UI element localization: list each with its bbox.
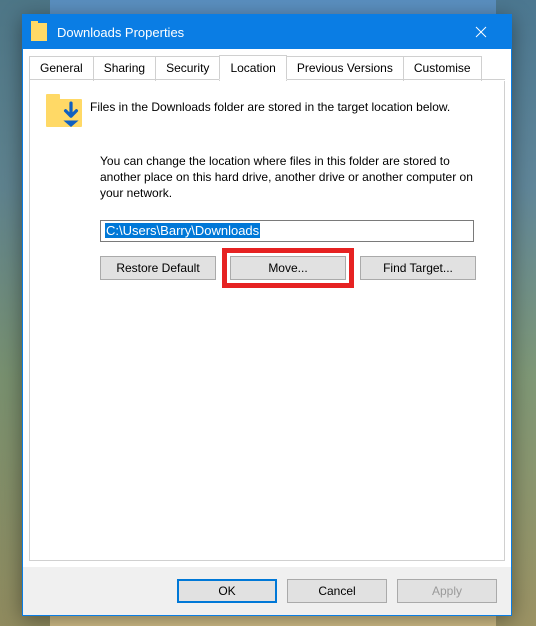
tabstrip: General Sharing Security Location Previo… (23, 49, 511, 81)
properties-dialog: Downloads Properties General Sharing Sec… (22, 14, 512, 616)
tab-previous-versions[interactable]: Previous Versions (286, 56, 404, 81)
intro-text: Files in the Downloads folder are stored… (90, 99, 450, 115)
tab-security[interactable]: Security (155, 56, 220, 81)
description-text: You can change the location where files … (100, 153, 488, 202)
move-button[interactable]: Move... (230, 256, 346, 280)
titlebar[interactable]: Downloads Properties (23, 15, 511, 49)
path-input[interactable]: C:\Users\Barry\Downloads (100, 220, 474, 242)
tab-sharing[interactable]: Sharing (93, 56, 156, 81)
path-value: C:\Users\Barry\Downloads (105, 223, 260, 238)
location-buttons-row: Restore Default Move... Find Target... (100, 256, 488, 280)
close-button[interactable] (459, 17, 503, 47)
restore-default-button[interactable]: Restore Default (100, 256, 216, 280)
cancel-button[interactable]: Cancel (287, 579, 387, 603)
tab-customise[interactable]: Customise (403, 56, 482, 81)
location-panel: Files in the Downloads folder are stored… (29, 81, 505, 561)
tab-location[interactable]: Location (219, 55, 286, 80)
dialog-button-bar: OK Cancel Apply (23, 567, 511, 615)
folder-icon (31, 23, 47, 41)
downloads-folder-icon (46, 99, 82, 129)
window-title: Downloads Properties (57, 25, 459, 40)
apply-button[interactable]: Apply (397, 579, 497, 603)
tab-general[interactable]: General (29, 56, 94, 81)
ok-button[interactable]: OK (177, 579, 277, 603)
find-target-button[interactable]: Find Target... (360, 256, 476, 280)
